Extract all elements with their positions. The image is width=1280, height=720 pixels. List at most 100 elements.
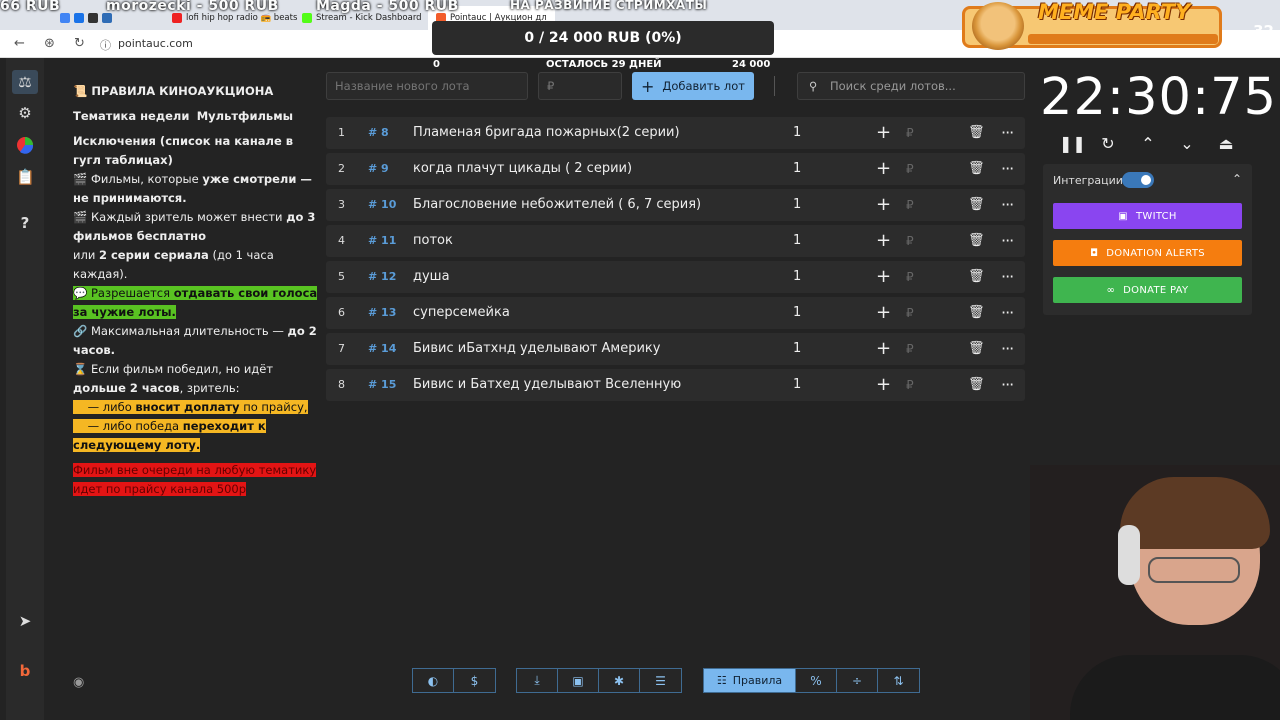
lot-amount[interactable]: 1 [793,297,801,329]
split-icon[interactable]: ÷ [837,669,878,692]
lot-id: # 8 [368,126,389,139]
telegram-icon[interactable]: ➤ [16,612,34,630]
more-icon[interactable]: ··· [1001,225,1014,257]
lot-name[interactable]: Благословение небожителей ( 6, 7 серия) [413,189,701,221]
lot-id: # 9 [368,162,389,175]
gavel-icon[interactable]: ⚖ [12,70,38,94]
ruble-icon[interactable]: ₽ [906,369,914,401]
ruble-icon[interactable]: ₽ [906,261,914,293]
trash-icon[interactable]: 🗑 [968,261,985,293]
more-icon[interactable]: ··· [1001,333,1014,365]
donatepay-button[interactable]: ∞ DONATE PAY [1053,277,1242,303]
lot-name-input[interactable] [326,72,528,100]
lot-amount[interactable]: 1 [793,153,801,185]
sort-icon[interactable]: ⇅ [878,669,919,692]
ruble-icon[interactable]: ₽ [906,297,914,329]
lot-name[interactable]: когда плачут цикады ( 2 серии) [413,153,632,185]
amount-input[interactable] [538,72,622,100]
lot-row[interactable]: 6 # 13 суперсемейка 1 + ₽ 🗑 ··· [326,297,1025,329]
lot-row[interactable]: 1 # 8 Пламеная бригада пожарных(2 серии)… [326,117,1025,149]
add-lot-button[interactable]: + Добавить лот [632,72,754,100]
brand-icon[interactable]: b [16,662,34,680]
extension-icon[interactable]: ⊛ [44,36,55,51]
clear-list-icon[interactable]: ☰ [640,669,681,692]
add-amount-icon[interactable]: + [876,189,891,221]
add-amount-icon[interactable]: + [876,369,891,401]
lot-amount[interactable]: 1 [793,117,801,149]
trash-icon[interactable]: 🗑 [968,333,985,365]
trash-icon[interactable]: 🗑 [968,225,985,257]
lot-name[interactable]: Бивис и Батхед уделывают Вселенную [413,369,681,401]
more-icon[interactable]: ··· [1001,117,1014,149]
lot-row[interactable]: 7 # 14 Бивис иБатхнд уделывают Америку 1… [326,333,1025,365]
lot-name[interactable]: Пламеная бригада пожарных(2 серии) [413,117,680,149]
more-icon[interactable]: ··· [1001,297,1014,329]
tab-label: Stream - Kick Dashboard [316,13,422,23]
back-icon[interactable]: ← [14,36,25,51]
add-amount-icon[interactable]: + [876,333,891,365]
lot-row[interactable]: 4 # 11 поток 1 + ₽ 🗑 ··· [326,225,1025,257]
donation-alerts-button[interactable]: ◘ DONATION ALERTS [1053,240,1242,266]
pie-chart-icon[interactable] [16,136,34,154]
reload-icon[interactable]: ↻ [74,36,85,51]
trash-icon[interactable]: 🗑 [968,369,985,401]
double-chevron-up-icon[interactable]: ⏏ [1216,134,1236,153]
more-icon[interactable]: ··· [1001,153,1014,185]
github-icon[interactable]: ◐ [413,669,454,692]
more-icon[interactable]: ··· [1001,261,1014,293]
trash-icon[interactable]: 🗑 [968,153,985,185]
meme-progress-bar [1028,34,1218,44]
add-amount-icon[interactable]: + [876,297,891,329]
lot-name[interactable]: поток [413,225,453,257]
chevron-up-icon[interactable]: ⌃ [1138,134,1158,153]
reset-icon[interactable]: ↻ [1098,134,1118,153]
tab-icons[interactable] [60,8,112,28]
pause-icon[interactable]: ❚❚ [1059,134,1086,153]
integrations-toggle[interactable] [1122,172,1154,188]
eye-icon[interactable]: ◉ [73,675,84,690]
chevron-down-icon[interactable]: ⌄ [1177,134,1197,153]
rules-button[interactable]: ☷ Правила [704,669,796,692]
lot-amount[interactable]: 1 [793,369,801,401]
lot-name[interactable]: суперсемейка [413,297,510,329]
trash-icon[interactable]: 🗑 [968,189,985,221]
chevron-up-icon[interactable]: ⌃ [1232,172,1242,186]
lot-name[interactable]: душа [413,261,450,293]
clipboard-icon[interactable]: 📋 [16,168,35,186]
more-icon[interactable]: ··· [1001,189,1014,221]
trash-icon[interactable]: 🗑 [968,297,985,329]
lot-row[interactable]: 3 # 10 Благословение небожителей ( 6, 7 … [326,189,1025,221]
add-amount-icon[interactable]: + [876,225,891,257]
search-input[interactable]: ⚲ Поиск среди лотов... [797,72,1025,100]
ruble-icon[interactable]: ₽ [906,225,914,257]
percent-icon[interactable]: % [796,669,837,692]
lot-amount[interactable]: 1 [793,225,801,257]
help-icon[interactable]: ? [16,214,34,232]
lot-amount[interactable]: 1 [793,261,801,293]
trash-icon[interactable]: 🗑 [968,117,985,149]
ruble-icon[interactable]: ₽ [906,153,914,185]
lot-row[interactable]: 2 # 9 когда плачут цикады ( 2 серии) 1 +… [326,153,1025,185]
add-amount-icon[interactable]: + [876,261,891,293]
lot-amount[interactable]: 1 [793,189,801,221]
url-field[interactable]: pointauc.com [118,37,193,50]
site-info-icon[interactable]: ⓘ [100,37,111,53]
more-icon[interactable]: ··· [1001,369,1014,401]
gear-icon[interactable]: ⚙ [16,104,34,122]
download-icon[interactable]: ⤓ [517,669,558,692]
bug-icon[interactable]: ✱ [599,669,640,692]
ruble-icon[interactable]: ₽ [906,117,914,149]
add-amount-icon[interactable]: + [876,117,891,149]
ruble-icon[interactable]: ₽ [906,189,914,221]
lot-amount[interactable]: 1 [793,333,801,365]
lot-row[interactable]: 8 # 15 Бивис и Батхед уделывают Вселенну… [326,369,1025,401]
twitch-button[interactable]: ▣ TWITCH [1053,203,1242,229]
dollar-icon[interactable]: $ [454,669,495,692]
ruble-icon[interactable]: ₽ [906,333,914,365]
save-icon[interactable]: ▣ [558,669,599,692]
lot-row[interactable]: 5 # 12 душа 1 + ₽ 🗑 ··· [326,261,1025,293]
tab-label: lofi hip hop radio 📻 beats [186,13,298,23]
lot-id: # 15 [368,378,397,391]
lot-name[interactable]: Бивис иБатхнд уделывают Америку [413,333,660,365]
add-amount-icon[interactable]: + [876,153,891,185]
